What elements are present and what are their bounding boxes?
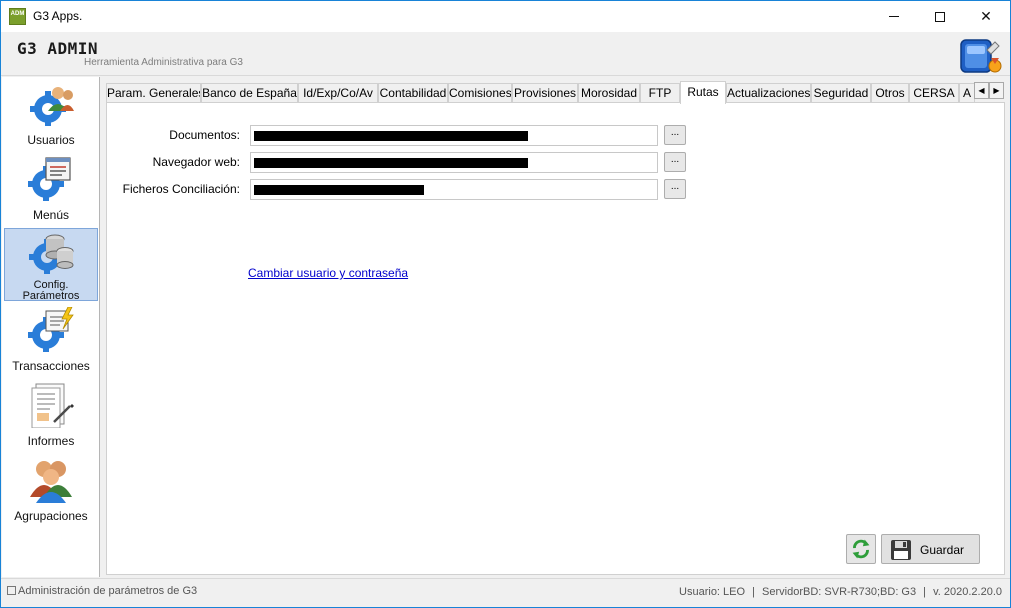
tab-label: Actualizaciones [727,86,811,100]
app-name: G3 ADMIN [17,39,99,58]
ficheros-conciliacion-path-input[interactable] [250,179,658,200]
save-button[interactable]: Guardar [881,534,980,564]
sidebar-nav: Usuarios Menús Config. Parámetros Transa… [2,77,100,577]
tab-id-exp-co-av[interactable]: Id/Exp/Co/Av [298,83,378,103]
app-icon-text: ADM [10,11,25,17]
sidebar-item-config-parametros[interactable]: Config. Parámetros [4,228,98,302]
sidebar-item-label: Usuarios [27,133,75,147]
status-user: Usuario: LEO [679,586,746,598]
tab-strip: Param. Generales Banco de España Id/Exp/… [106,81,1006,104]
status-left-text: Administración de parámetros de G3 [18,585,198,597]
sidebar-item-label: Config. Parámetros [22,279,80,302]
close-icon: ✕ [980,8,992,25]
floppy-disk-icon [891,540,911,560]
tab-banco-de-espana[interactable]: Banco de España [201,83,298,103]
chevron-left-icon: ◀ [978,86,985,95]
sidebar-item-label: Agrupaciones [14,509,88,523]
tab-label: Rutas [687,85,719,99]
tab-scroll-left-button[interactable]: ◀ [974,82,989,99]
tab-label: Comisiones [449,86,512,100]
g3-admin-logo-icon [960,39,1002,73]
tab-param-generales[interactable]: Param. Generales [106,83,201,103]
sidebar-item-usuarios[interactable]: Usuarios [4,77,98,150]
tab-seguridad[interactable]: Seguridad [811,83,871,103]
app-icon: ADM [9,8,26,25]
sidebar-item-label: Informes [27,434,75,448]
status-expand-icon [7,586,16,595]
minimize-button[interactable] [871,1,917,32]
save-button-label: Guardar [920,543,965,557]
tab-contabilidad[interactable]: Contabilidad [378,83,448,103]
navegador-web-path-input[interactable] [250,152,658,173]
sidebar-item-transacciones[interactable]: Transacciones [4,303,98,376]
tab-actualizaciones[interactable]: Actualizaciones [726,83,811,103]
window-title: G3 Apps. [33,9,83,23]
change-user-password-link[interactable]: Cambiar usuario y contraseña [248,266,408,280]
close-button[interactable]: ✕ [963,1,1009,32]
sidebar-item-agrupaciones[interactable]: Agrupaciones [4,453,98,526]
tab-label: FTP [648,86,672,100]
tab-otros[interactable]: Otros [871,83,909,103]
tab-label: Provisiones [513,86,577,100]
status-separator: | [752,586,755,598]
menu-window-gear-icon [28,157,71,201]
status-version: v. 2020.2.20.0 [933,586,1002,598]
status-right: Usuario: LEO | ServidorBD: SVR-R730;BD: … [679,586,1002,598]
title-bar[interactable]: ADM G3 Apps. ✕ [1,1,1010,32]
status-server: ServidorBD: SVR-R730;BD: G3 [762,586,917,598]
maximize-button[interactable] [917,1,963,32]
documentos-browse-button[interactable]: ... [664,125,686,145]
redacted-value [254,158,528,168]
redacted-value [254,131,528,141]
documentos-path-input[interactable] [250,125,658,146]
status-left: Administración de parámetros de G3 [7,585,197,597]
report-document-icon [31,383,74,428]
app-subtitle: Herramienta Administrativa para G3 [84,57,243,68]
tab-label: Otros [875,86,905,100]
sidebar-item-menus[interactable]: Menús [4,152,98,225]
status-bar: Administración de parámetros de G3 Usuar… [1,578,1010,607]
tab-comisiones[interactable]: Comisiones [448,83,512,103]
navegador-web-label: Navegador web: [152,155,240,169]
refresh-button[interactable] [846,534,876,564]
refresh-arrows-icon [852,539,870,559]
tab-panel-rutas: Documentos: ... Navegador web: ... Fiche… [106,102,1005,575]
documentos-label: Documentos: [169,128,240,142]
tab-overflow-partial[interactable]: A [959,83,975,103]
redacted-value [254,185,424,195]
tab-label: Id/Exp/Co/Av [303,86,373,100]
tab-label: Contabilidad [379,86,447,100]
tab-cersa[interactable]: CERSA [909,83,959,103]
sidebar-item-informes[interactable]: Informes [4,378,98,451]
tab-label: Param. Generales [107,86,201,100]
tab-morosidad[interactable]: Morosidad [578,83,640,103]
tab-label: CERSA [913,86,955,100]
app-header: G3 ADMIN Herramienta Administrativa para… [1,32,1010,76]
sidebar-item-label: Transacciones [12,359,90,373]
ficheros-conciliacion-browse-button[interactable]: ... [664,179,686,199]
tab-rutas[interactable]: Rutas [680,81,726,104]
navegador-web-browse-button[interactable]: ... [664,152,686,172]
minimize-icon [889,16,899,17]
tab-scroll-right-button[interactable]: ▶ [989,82,1004,99]
database-gear-icon [29,234,74,274]
tab-label: A [963,86,972,100]
tab-label: Morosidad [580,86,638,100]
transaction-gear-icon [28,307,74,352]
user-group-icon [30,461,72,503]
application-window: ADM G3 Apps. ✕ G3 ADMIN Herramienta Admi… [0,0,1011,608]
tab-label: Seguridad [813,86,869,100]
tab-label: Banco de España [202,86,297,100]
tab-ftp[interactable]: FTP [640,83,680,103]
maximize-icon [935,11,945,22]
status-separator: | [923,586,927,598]
chevron-right-icon: ▶ [993,86,1000,95]
users-gear-icon [30,87,74,126]
ficheros-conciliacion-label: Ficheros Conciliación: [122,182,240,196]
sidebar-item-label: Menús [32,208,70,222]
tab-provisiones[interactable]: Provisiones [512,83,578,103]
main-content: Param. Generales Banco de España Id/Exp/… [102,77,1008,577]
